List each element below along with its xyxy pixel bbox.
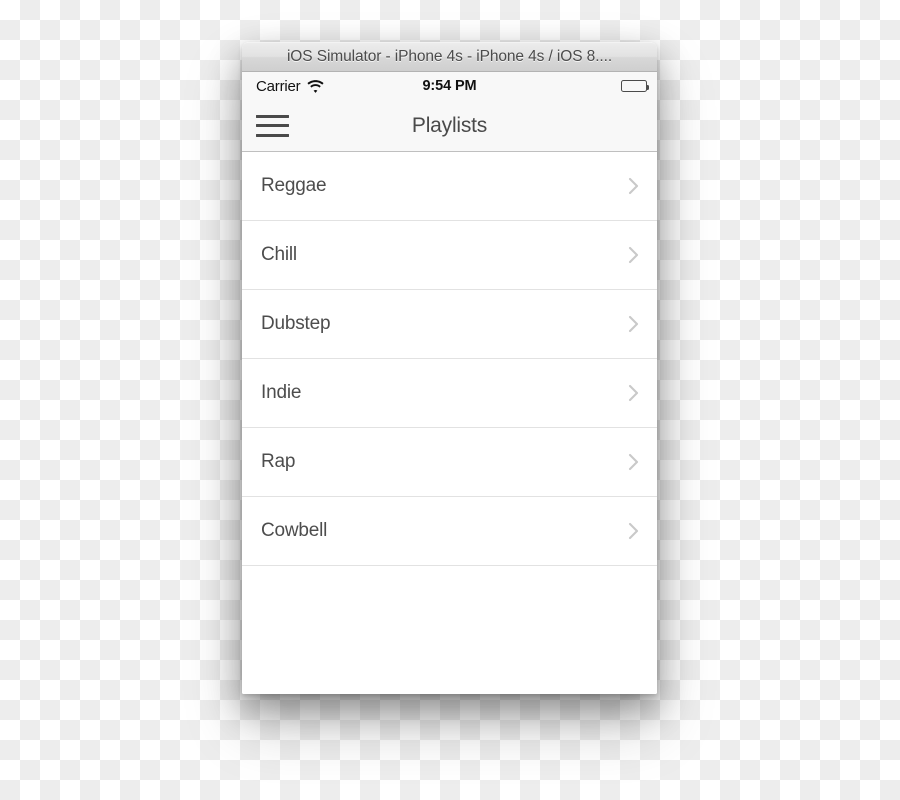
clock-label: 9:54 PM [422, 78, 477, 94]
ios-simulator-window: iOS Simulator - iPhone 4s - iPhone 4s / … [242, 42, 657, 694]
table-row[interactable]: Dubstep [242, 290, 657, 359]
status-bar-left-group: Carrier [256, 78, 324, 95]
table-row[interactable]: Rap [242, 428, 657, 497]
hamburger-menu-icon[interactable] [256, 114, 289, 138]
hamburger-bar-3 [256, 133, 289, 137]
chevron-right-icon [628, 383, 640, 403]
list-item-label: Cowbell [261, 520, 328, 541]
table-row[interactable]: Cowbell [242, 497, 657, 566]
playlists-list: Reggae Chill Dubstep Indie Rap Cowbell [242, 152, 657, 694]
page-title: Playlists [411, 113, 488, 137]
ios-status-bar: Carrier 9:54 PM [242, 72, 657, 100]
list-item-label: Dubstep [261, 313, 331, 334]
chevron-right-icon [628, 314, 640, 334]
table-row[interactable]: Indie [242, 359, 657, 428]
list-item-label: Rap [261, 451, 296, 472]
table-row[interactable]: Reggae [242, 152, 657, 221]
chevron-right-icon [628, 521, 640, 541]
battery-full-icon [621, 80, 649, 92]
list-item-label: Indie [261, 382, 302, 403]
battery-cap [647, 84, 649, 90]
window-title: iOS Simulator - iPhone 4s - iPhone 4s / … [286, 48, 613, 65]
chevron-right-icon [628, 176, 640, 196]
chevron-right-icon [628, 452, 640, 472]
list-item-label: Chill [261, 244, 297, 265]
carrier-label: Carrier [256, 77, 301, 95]
status-bar-right-group [621, 80, 649, 92]
wifi-icon [307, 79, 324, 93]
hamburger-bar-2 [256, 124, 289, 127]
empty-list-area [242, 566, 657, 694]
window-titlebar[interactable]: iOS Simulator - iPhone 4s - iPhone 4s / … [242, 42, 657, 72]
table-row[interactable]: Chill [242, 221, 657, 290]
ios-nav-bar: Playlists [242, 100, 657, 152]
list-item-label: Reggae [261, 175, 327, 196]
hamburger-bar-1 [256, 114, 289, 118]
chevron-right-icon [628, 245, 640, 265]
